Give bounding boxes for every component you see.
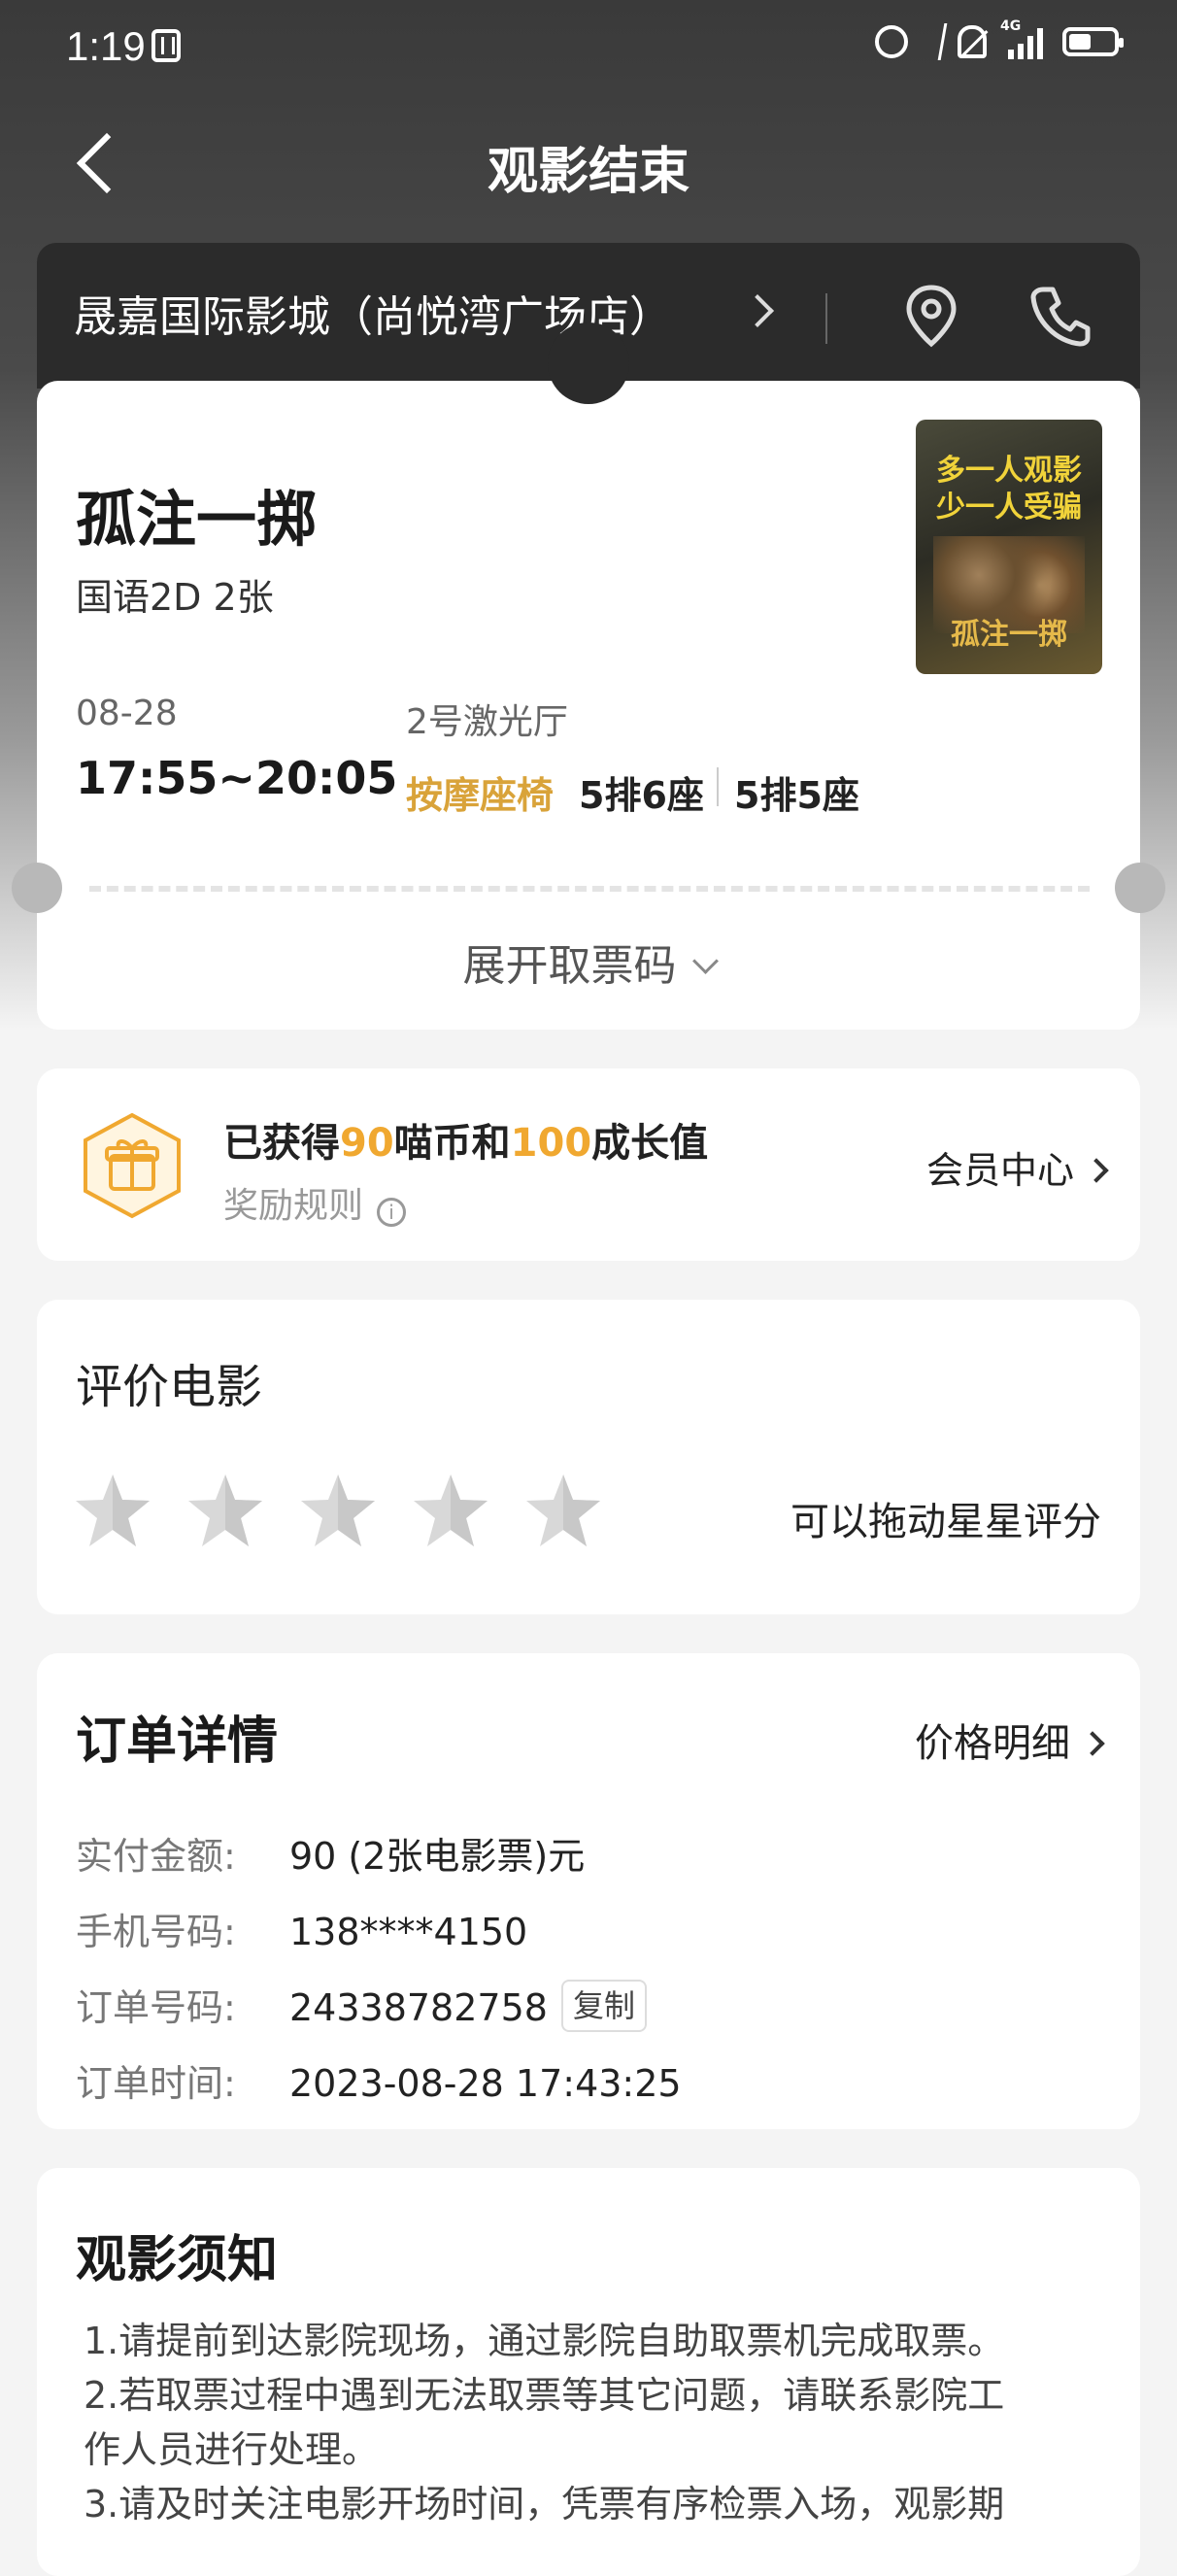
reward-coins: 90 <box>340 1121 394 1166</box>
reward-suffix: 成长值 <box>591 1121 709 1166</box>
chevron-right-icon <box>1080 1731 1105 1756</box>
order-row-phone: 手机号码: 138****4150 <box>76 1902 527 1955</box>
star-rating[interactable] <box>72 1471 604 1552</box>
chevron-right-icon <box>1084 1158 1109 1183</box>
rating-title: 评价电影 <box>76 1360 263 1414</box>
seat-label: 5排6座 <box>579 774 704 817</box>
reward-summary: 已获得90喵币和100成长值 <box>223 1111 708 1168</box>
order-row-value: 90 (2张电影票)元 <box>289 1835 586 1878</box>
status-bar: 1:19 4G <box>0 0 1177 97</box>
network-type: 4G <box>1000 18 1022 34</box>
phone-icon <box>1030 287 1091 347</box>
rating-hint: 可以拖动星星评分 <box>790 1500 1101 1544</box>
member-center-link[interactable]: 会员中心 <box>925 1140 1109 1194</box>
info-icon: i <box>377 1198 407 1227</box>
battery-icon <box>1062 27 1124 56</box>
notice-title: 观影须知 <box>76 2231 279 2289</box>
star-icon[interactable] <box>522 1471 604 1552</box>
star-icon[interactable] <box>72 1471 153 1552</box>
expand-ticket-code-label: 展开取票码 <box>462 941 677 991</box>
member-center-label: 会员中心 <box>925 1149 1074 1192</box>
order-row-value: 2023-08-28 17:43:25 <box>289 2062 682 2105</box>
star-icon[interactable] <box>185 1471 266 1552</box>
bluetooth-icon <box>918 23 948 60</box>
order-row-label: 手机号码: <box>76 1911 236 1953</box>
notice-line: 作人员进行处理。 <box>84 2428 380 2471</box>
status-time: 1:19 <box>66 23 146 69</box>
poster-logo: 孤注一掷 <box>951 618 1067 652</box>
ticket-divider <box>89 886 1090 892</box>
expand-ticket-code-button[interactable]: 展开取票码 <box>37 931 1140 993</box>
order-row-value: 24338782758 <box>289 1986 548 2029</box>
order-row-number: 订单号码: 24338782758 复制 <box>76 1978 647 2036</box>
notice-line: 2.若取票过程中遇到无法取票等其它问题，请联系影院工 <box>84 2374 1005 2417</box>
reward-rule-link[interactable]: 奖励规则 i <box>223 1177 407 1228</box>
alarm-icon <box>875 25 908 58</box>
movie-title: 孤注一掷 <box>76 484 318 555</box>
ticket-notch <box>12 863 62 913</box>
price-detail-label: 价格明细 <box>915 1721 1070 1766</box>
order-details-card: 订单详情 价格明细 实付金额: 90 (2张电影票)元 手机号码: 138****4… <box>37 1653 1140 2129</box>
chevron-right-icon[interactable] <box>742 289 781 328</box>
ticket-notch <box>1115 863 1165 913</box>
notice-line: 1.请提前到达影院现场，通过影院自助取票机完成取票。 <box>84 2320 1005 2362</box>
signal-icon: 4G <box>1000 18 1049 59</box>
order-row-label: 实付金额: <box>76 1835 236 1878</box>
mute-icon <box>958 25 987 58</box>
order-row-time: 订单时间: 2023-08-28 17:43:25 <box>76 2053 682 2107</box>
notice-line: 3.请及时关注电影开场时间，凭票有序检票入场，观影期 <box>84 2483 1005 2525</box>
ticket-notch <box>548 322 629 404</box>
copy-button[interactable]: 复制 <box>560 1980 647 2032</box>
phone-button[interactable] <box>1020 276 1099 356</box>
page-title: 观影结束 <box>487 143 689 201</box>
nfc-icon <box>151 29 181 62</box>
reward-mid: 喵币和 <box>393 1121 511 1166</box>
location-button[interactable] <box>891 276 971 356</box>
location-pin-icon <box>906 285 957 348</box>
star-icon[interactable] <box>410 1471 491 1552</box>
seat-type: 按摩座椅 <box>406 774 555 817</box>
price-detail-link[interactable]: 价格明细 <box>915 1712 1105 1768</box>
hall-name: 2号激光厅 <box>406 702 568 742</box>
viewing-notice-card: 观影须知 1.请提前到达影院现场，通过影院自助取票机完成取票。 2.若取票过程中… <box>37 2168 1140 2576</box>
show-date: 08-28 <box>76 694 178 733</box>
star-icon[interactable] <box>297 1471 379 1552</box>
movie-format: 国语2D 2张 <box>76 576 274 619</box>
order-title: 订单详情 <box>76 1712 279 1771</box>
ticket-card: 孤注一掷 国语2D 2张 多一人观影 少一人受骗 孤注一掷 08-28 17:5… <box>12 322 1165 1030</box>
divider <box>717 767 719 806</box>
poster-tagline-1: 多一人观影 <box>936 454 1082 488</box>
status-icons: 4G <box>875 18 1124 60</box>
order-row-value: 138****4150 <box>289 1911 528 1953</box>
reward-prefix: 已获得 <box>223 1121 340 1166</box>
order-row-paid: 实付金额: 90 (2张电影票)元 <box>76 1826 585 1880</box>
reward-rule-label: 奖励规则 <box>223 1186 364 1226</box>
order-row-label: 订单号码: <box>76 1986 236 2029</box>
notice-text: 1.请提前到达影院现场，通过影院自助取票机完成取票。 2.若取票过程中遇到无法取… <box>84 2314 1113 2531</box>
seat-label: 5排5座 <box>734 774 859 817</box>
poster-tagline: 多一人观影 少一人受骗 <box>916 453 1102 526</box>
reward-card: 已获得90喵币和100成长值 奖励规则 i 会员中心 <box>37 1068 1140 1261</box>
nav-bar: 观影结束 <box>0 117 1177 214</box>
order-row-label: 订单时间: <box>76 2062 236 2105</box>
rating-card: 评价电影 可以拖动星星评分 <box>37 1300 1140 1614</box>
gift-icon <box>80 1111 185 1220</box>
movie-poster[interactable]: 多一人观影 少一人受骗 孤注一掷 <box>916 420 1102 674</box>
chevron-down-icon <box>691 948 719 974</box>
poster-tagline-2: 少一人受骗 <box>936 491 1082 525</box>
show-time: 17:55~20:05 <box>76 752 398 804</box>
reward-growth: 100 <box>510 1121 592 1166</box>
divider <box>825 293 827 344</box>
